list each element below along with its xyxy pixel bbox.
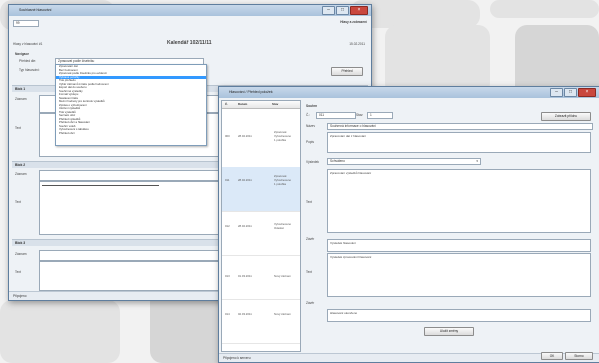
minimize-button[interactable]: – (550, 88, 563, 97)
background-tile (490, 0, 599, 18)
section-label: Navigace (15, 52, 29, 56)
result-value: Schváleno (330, 159, 345, 163)
row-number: 000 (225, 134, 230, 138)
record-list[interactable]: Č. Datum Stav 000 28.02.2011 Zpracovat V… (221, 100, 301, 352)
save-changes-button[interactable]: Uložit změny (424, 327, 474, 336)
title-bar: Hlasování / Přehled položek – □ × (219, 87, 599, 98)
row-sub: 1 položka (274, 138, 286, 142)
conclusion-label: Závěr (306, 301, 315, 305)
nav-field[interactable]: 99 (13, 20, 39, 27)
row-date: 28.02.2011 (238, 134, 252, 138)
chevron-down-icon: ▾ (476, 159, 478, 163)
maximize-button[interactable]: □ (564, 88, 577, 97)
list-row[interactable]: 014 02.03.2011 Nový záznam (222, 299, 300, 344)
field-label: Text (15, 270, 21, 274)
result-label: Výsledek (306, 160, 319, 164)
background-tile (0, 300, 120, 363)
row-date: 01.03.2011 (238, 274, 252, 278)
background-tile (385, 25, 490, 95)
row1-label: Přehled dle: (19, 59, 37, 63)
row-number: 012 (225, 224, 230, 228)
field-label: Text (15, 200, 21, 204)
window-title: Hlasování / Přehled položek (229, 90, 273, 94)
description-field[interactable]: Zpracování dat z hlasování (327, 132, 591, 153)
conclusion-label: Závěr (306, 237, 315, 241)
list-row-selected[interactable]: 011 28.02.2011 Zpracovat Vyhodnoceno 1 p… (222, 167, 300, 212)
overview-button[interactable]: Přehled (331, 67, 363, 76)
column-header[interactable]: Stav (272, 102, 278, 106)
cancel-button[interactable]: Storno (565, 352, 593, 360)
number-label: Č.: (306, 113, 311, 117)
front-window: Hlasování / Přehled položek – □ × Č. Dat… (218, 86, 599, 363)
left-header: Hlasy v hlasování #1 (13, 42, 43, 46)
name-field[interactable]: Souhrnná informace o hlasování (327, 123, 593, 130)
list-row[interactable]: 013 01.03.2011 Nový záznam (222, 255, 300, 300)
date-label: 15.02.2011 (349, 42, 365, 46)
list-row[interactable]: 012 28.02.2011 Vyhodnoceno Odeslat (222, 211, 300, 256)
column-header[interactable]: Datum (238, 102, 247, 106)
page-title: Kalendář 102/11/11 (167, 40, 212, 46)
row-date: 28.02.2011 (238, 178, 252, 182)
row-date: 28.02.2011 (238, 224, 252, 228)
row2-label: Typ hlasování: (19, 68, 40, 72)
text-label: Text (306, 200, 312, 204)
close-button[interactable]: × (578, 88, 596, 97)
conclusion-field[interactable]: Hlasování ukončeno (327, 309, 591, 322)
row-sub: 1 položka (274, 182, 286, 186)
text-label: Text (306, 270, 312, 274)
window-title: Souhlasné hlasování (19, 8, 52, 12)
number-field[interactable]: 011 (316, 112, 356, 119)
row-status: Nový záznam (274, 274, 291, 278)
row-status: Nový záznam (274, 312, 291, 316)
maximize-button[interactable]: □ (336, 6, 349, 15)
name-label: Název (306, 124, 316, 128)
dropdown-list[interactable]: Zpracování dat Bez hodnocení Zpracovat p… (55, 64, 207, 146)
row-number: 014 (225, 312, 230, 316)
text-line: ▬▬▬▬▬▬▬▬▬▬▬▬▬▬▬▬▬▬▬▬▬▬▬▬▬▬▬▬▬▬▬▬▬▬▬▬▬▬▬ (42, 183, 159, 187)
column-header[interactable]: Č. (225, 102, 228, 106)
field-label: Text (15, 126, 21, 130)
field-label: Záznam (15, 252, 27, 256)
list-row[interactable]: 000 28.02.2011 Zpracovat Vyhodnoceno 1 p… (222, 123, 300, 168)
text-field[interactable]: Výsledek zpracování hlasování (327, 253, 591, 297)
description-label: Popis (306, 140, 314, 144)
field-label: Záznam (15, 97, 27, 101)
list-header: Č. Datum Stav (222, 101, 300, 109)
row-sub: Odeslat (274, 226, 284, 230)
row-number: 013 (225, 274, 230, 278)
text-field[interactable]: Zpracování výsledků hlasování (327, 169, 591, 233)
ok-button[interactable]: OK (541, 352, 563, 360)
section-label: Souhrn (306, 104, 318, 108)
top-right-link[interactable]: Hlasy a zobrazení (340, 20, 367, 24)
row-number: 011 (225, 178, 230, 182)
state-label: Stav: (356, 113, 364, 117)
show-attachment-button[interactable]: Zobrazit přílohu (541, 112, 591, 121)
field-label: Záznam (15, 172, 27, 176)
conclusion-field[interactable]: Výsledek hlasování (327, 239, 591, 252)
state-field[interactable]: 1 (367, 112, 393, 119)
dropdown-item[interactable]: Přehled obcí (56, 131, 206, 136)
close-button[interactable]: × (350, 6, 368, 15)
result-select[interactable]: Schváleno ▾ (327, 158, 481, 165)
row-date: 02.03.2011 (238, 312, 252, 316)
minimize-button[interactable]: – (322, 6, 335, 15)
title-bar: Souhlasné hlasování – □ × (9, 5, 371, 16)
